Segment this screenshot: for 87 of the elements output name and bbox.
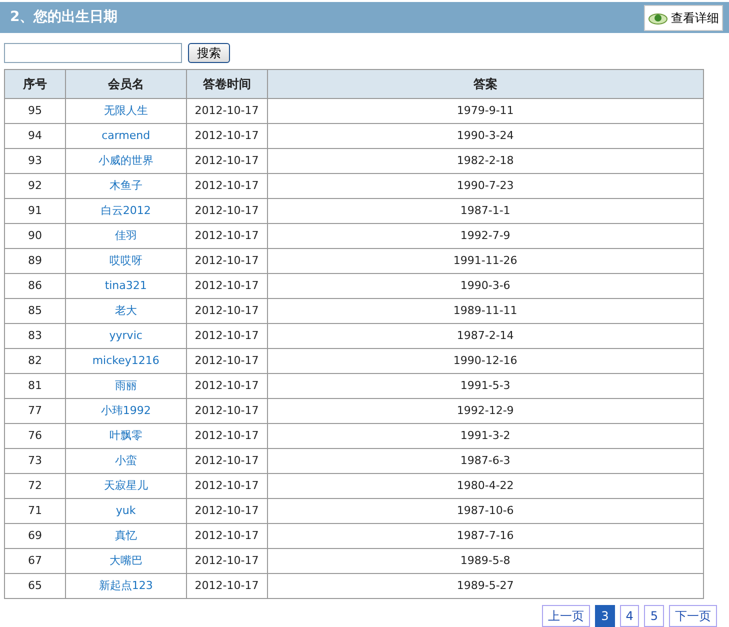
- table-cell: 1987-10-6: [456, 504, 514, 517]
- page-link[interactable]: 下一页: [669, 605, 717, 627]
- table-cell: 1990-7-23: [456, 178, 514, 192]
- table-cell: 93: [28, 154, 42, 167]
- table-cell: 1980-4-22: [456, 478, 514, 492]
- page-link[interactable]: 5: [644, 605, 664, 627]
- table-cell: 2012-10-17: [194, 328, 259, 342]
- table-cell: 1991-11-26: [453, 254, 518, 267]
- table-cell: 85: [28, 304, 42, 317]
- member-link[interactable]: 真忆: [114, 528, 137, 542]
- table-cell: 1990-3-24: [456, 128, 514, 142]
- table-cell: 1982-2-18: [456, 154, 514, 167]
- table-cell: 2012-10-17: [194, 178, 259, 192]
- page-link[interactable]: 3: [595, 605, 615, 627]
- table-cell: 1992-12-9: [456, 404, 514, 417]
- table-cell: 2012-10-17: [194, 504, 259, 517]
- table-cell: 77: [28, 404, 42, 417]
- table-cell: 2012-10-17: [194, 154, 259, 167]
- table-cell: 2012-10-17: [194, 278, 259, 292]
- table-cell: 1991-5-3: [460, 378, 510, 392]
- member-link[interactable]: 老大: [114, 304, 137, 317]
- table-cell: 1987-2-14: [456, 328, 514, 342]
- table-cell: 90: [28, 228, 42, 242]
- table-cell: 1987-7-16: [456, 528, 514, 542]
- member-link[interactable]: 小蛮: [114, 454, 137, 467]
- section-title: 2、您的出生日期: [10, 8, 118, 27]
- table-cell: 81: [28, 378, 42, 392]
- table-cell: 69: [28, 528, 42, 542]
- table-cell: 76: [28, 428, 42, 442]
- table-cell: 2012-10-17: [194, 378, 259, 392]
- table-cell: 2012-10-17: [194, 404, 259, 417]
- table-cell: 2012-10-17: [194, 354, 259, 367]
- table-cell: 2012-10-17: [194, 478, 259, 492]
- member-link[interactable]: yyrvic: [109, 328, 142, 342]
- table-cell: 91: [28, 204, 42, 217]
- search-button[interactable]: 搜索: [188, 43, 230, 63]
- table-cell: 1990-3-6: [460, 278, 510, 292]
- table-cell: 2012-10-17: [194, 254, 259, 267]
- column-header: 答案: [267, 70, 704, 98]
- table-cell: 1991-3-2: [460, 428, 510, 442]
- table-cell: 2012-10-17: [194, 104, 259, 117]
- table-cell: 86: [28, 278, 42, 292]
- member-link[interactable]: 天寂星儿: [104, 478, 148, 492]
- table-cell: 92: [28, 178, 42, 192]
- table-cell: 1987-1-1: [460, 204, 510, 217]
- table-cell: 94: [28, 128, 42, 142]
- page-link[interactable]: 4: [620, 605, 640, 627]
- member-link[interactable]: tina321: [104, 278, 147, 292]
- table-cell: 2012-10-17: [194, 204, 259, 217]
- view-details-button[interactable]: 查看详细: [644, 4, 723, 30]
- table-cell: 65: [28, 578, 42, 592]
- member-link[interactable]: 佳羽: [114, 228, 137, 242]
- table-cell: 2012-10-17: [194, 554, 259, 567]
- member-link[interactable]: 叶飘零: [109, 428, 142, 442]
- table-cell: 1989-5-27: [456, 578, 514, 592]
- member-link[interactable]: 木鱼子: [109, 178, 142, 192]
- column-header: 会员名: [65, 70, 186, 98]
- member-link[interactable]: 哎哎呀: [109, 254, 142, 267]
- table-cell: 67: [28, 554, 42, 567]
- member-link[interactable]: 雨丽: [114, 378, 137, 392]
- table-cell: 2012-10-17: [194, 528, 259, 542]
- table-cell: 83: [28, 328, 42, 342]
- search-field[interactable]: [4, 43, 182, 63]
- member-link[interactable]: 无限人生: [104, 104, 148, 117]
- table-cell: 71: [28, 504, 42, 517]
- table-cell: 1989-11-11: [453, 304, 518, 317]
- member-link[interactable]: 大嘴巴: [109, 554, 142, 567]
- table-cell: 1979-9-11: [456, 104, 514, 117]
- table-cell: 89: [28, 254, 42, 267]
- table-cell: 1990-12-16: [453, 354, 518, 367]
- table-cell: 2012-10-17: [194, 304, 259, 317]
- table-cell: 1989-5-8: [460, 554, 510, 567]
- table-cell: 72: [28, 478, 42, 492]
- table-cell: 2012-10-17: [194, 228, 259, 242]
- table-cell: 82: [28, 354, 42, 367]
- page-link[interactable]: 上一页: [542, 605, 590, 627]
- table-cell: 95: [28, 104, 42, 117]
- member-link[interactable]: yuk: [116, 504, 136, 517]
- table-cell: 2012-10-17: [194, 578, 259, 592]
- column-header: 答卷时间: [186, 70, 268, 98]
- column-header: 序号: [4, 70, 66, 98]
- table-cell: 2012-10-17: [194, 128, 259, 142]
- table-cell: 2012-10-17: [194, 454, 259, 467]
- table-cell: 2012-10-17: [194, 428, 259, 442]
- table-cell: 73: [28, 454, 42, 467]
- table-cell: 1992-7-9: [460, 228, 510, 242]
- table-cell: 1987-6-3: [460, 454, 510, 467]
